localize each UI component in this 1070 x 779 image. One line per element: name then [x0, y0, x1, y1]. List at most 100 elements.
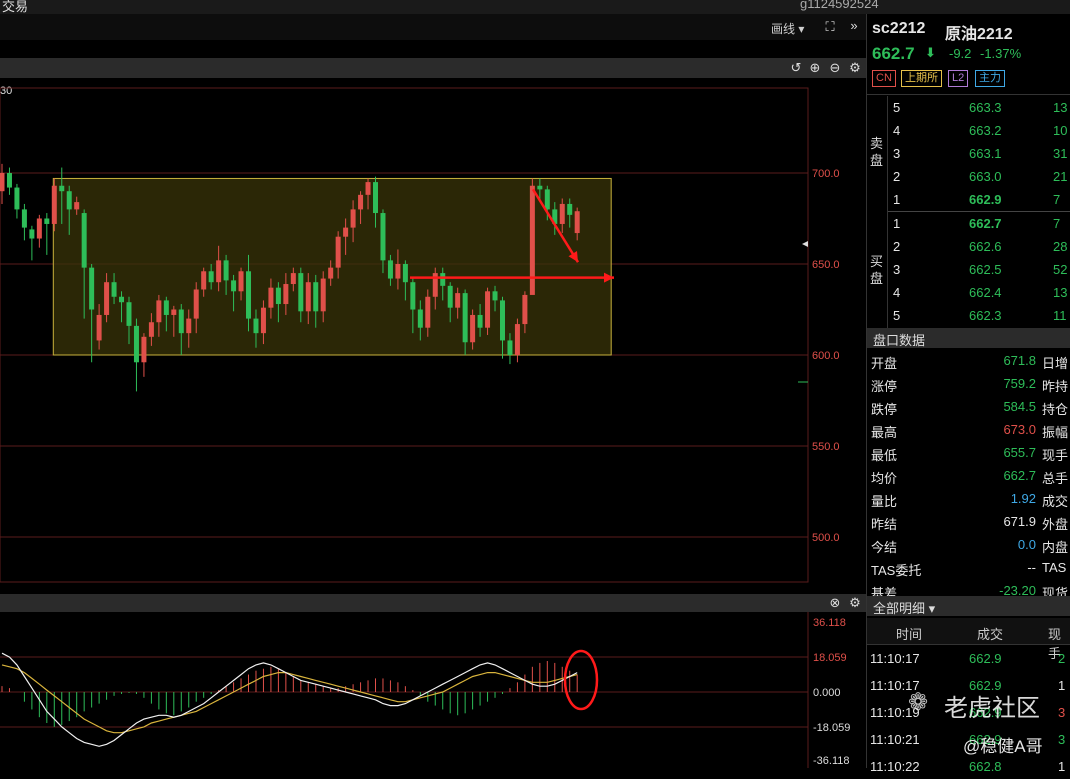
candle-body	[522, 294, 528, 325]
panel-data-label: TAS委托	[871, 563, 922, 578]
candle-body	[253, 318, 259, 334]
col-time: 时间	[896, 627, 923, 642]
quote-panel: sc2212 原油2212 662.7 ⬇ -9.2 -1.37% CN 上期所…	[866, 14, 1070, 774]
ask-row[interactable]: 4 663.2 10	[867, 120, 1070, 143]
bid-price: 662.5	[969, 262, 1002, 277]
ask-row[interactable]: 3 663.1 31	[867, 143, 1070, 166]
panel-data-value: 671.8	[1003, 353, 1036, 368]
trades-title[interactable]: 全部明细 ▾	[873, 598, 935, 617]
candle-body	[111, 282, 117, 297]
trades-header[interactable]: 全部明细 ▾	[867, 596, 1070, 616]
candle-body	[537, 185, 543, 190]
settings-icon[interactable]: ⚙	[848, 61, 862, 75]
candle-body	[74, 202, 80, 210]
candle-body	[216, 260, 222, 283]
candle-body	[96, 314, 102, 341]
undo-icon[interactable]: ↺	[789, 61, 803, 75]
price-change-pct: -1.37%	[980, 46, 1022, 61]
candle-body	[440, 273, 446, 286]
bid-row[interactable]: 2 662.6 28	[867, 236, 1070, 259]
ask-row[interactable]: 1 662.9 7	[867, 189, 1070, 212]
macd-chart[interactable]: 36.118 18.059 0.000 -18.059 -36.118	[0, 612, 866, 768]
trade-qty: 1	[1058, 759, 1066, 774]
settings-icon[interactable]: ⚙	[848, 596, 862, 610]
panel-data-label: 最高	[871, 425, 898, 440]
panel-data-row: 均价 662.7 总手	[867, 465, 1070, 488]
panel-data-header: 盘口数据	[867, 328, 1070, 348]
trade-time: 11:10:21	[870, 732, 920, 747]
bid-row[interactable]: 5 662.3 11	[867, 305, 1070, 328]
candle-body	[66, 191, 72, 210]
zoom-in-icon[interactable]: ⊕	[808, 61, 822, 75]
candle-body	[238, 271, 244, 292]
candlestick-chart[interactable]: 700.0 650.0 600.0 550.0 500.0	[0, 78, 866, 594]
panel-data-value: 584.5	[1003, 399, 1036, 414]
last-price: 662.7	[872, 44, 915, 63]
menu-trade[interactable]: 交易	[2, 0, 28, 14]
bid-row[interactable]: 3 662.5 52	[867, 259, 1070, 282]
ask-price: 663.3	[969, 100, 1002, 115]
candle-body	[402, 264, 408, 283]
candle-body	[298, 273, 304, 312]
panel-data-label: 跌停	[871, 402, 898, 417]
candle-body	[395, 264, 401, 279]
bid-volume: 52	[1053, 262, 1068, 277]
panel-data-value: 759.2	[1003, 376, 1036, 391]
candle-body	[268, 287, 274, 308]
chevron-right-icon[interactable]: »	[847, 19, 861, 33]
candle-body	[567, 203, 573, 215]
candle-body	[462, 293, 468, 343]
close-icon[interactable]: ⊗	[828, 596, 842, 610]
candle-body	[223, 260, 229, 281]
panel-data-right-label: 振幅	[1042, 425, 1069, 440]
ask-level: 1	[893, 192, 901, 207]
ask-price: 663.1	[969, 146, 1002, 161]
panel-data-row: 最低 655.7 现手	[867, 442, 1070, 465]
ask-level: 5	[893, 100, 901, 115]
candle-body	[544, 189, 550, 210]
candle-body	[51, 185, 57, 224]
expand-icon[interactable]: ⛶	[823, 20, 837, 34]
down-arrow-icon: ⬇	[925, 45, 936, 60]
candle-body	[36, 218, 42, 239]
candle-body	[335, 236, 341, 268]
candle-body	[380, 213, 386, 261]
candle-body	[126, 302, 132, 326]
indicator-axis-label: 18.059	[813, 652, 847, 664]
y-axis-label: 500.0	[812, 532, 840, 544]
panel-data-title: 盘口数据	[873, 333, 926, 348]
panel-data-row: TAS委托 -- TAS	[867, 557, 1070, 580]
draw-line-button[interactable]: 画线 ▾	[771, 20, 804, 37]
candle-body	[320, 278, 326, 312]
bid-row[interactable]: 4 662.4 13	[867, 282, 1070, 305]
indicator-axis-label: 0.000	[813, 687, 841, 699]
candle-body	[470, 314, 476, 343]
candle-body	[328, 267, 334, 279]
panel-data-value: 0.0	[1017, 537, 1036, 552]
bid-price: 662.3	[969, 308, 1002, 323]
trade-qty: 2	[1058, 651, 1066, 666]
candle-body	[193, 289, 199, 319]
candle-body	[14, 187, 20, 210]
zoom-out-icon[interactable]: ⊖	[828, 61, 842, 75]
tag-cn: CN	[872, 70, 896, 87]
ask-price: 663.2	[969, 123, 1002, 138]
ask-volume: 13	[1053, 100, 1068, 115]
candle-body	[186, 318, 192, 334]
ask-row[interactable]: 2 663.0 21	[867, 166, 1070, 189]
ask-price: 662.9	[969, 192, 1002, 207]
candle-body	[141, 336, 147, 363]
chart-title-bar: ↺ ⊕ ⊖ ⚙	[0, 58, 866, 78]
panel-data-value: 671.9	[1003, 514, 1036, 529]
bid-price: 662.4	[969, 285, 1002, 300]
candle-body	[104, 282, 110, 315]
user-id[interactable]: g1124592524	[800, 0, 879, 11]
candle-body	[283, 284, 289, 305]
ask-row[interactable]: 5 663.3 13	[867, 97, 1070, 120]
bid-row[interactable]: 1 662.7 7	[867, 213, 1070, 236]
panel-data-label: 今结	[871, 540, 898, 555]
bid-volume: 13	[1053, 285, 1068, 300]
bid-volume: 11	[1053, 308, 1067, 323]
panel-data-label: 最低	[871, 448, 898, 463]
col-price: 成交	[977, 627, 1004, 642]
